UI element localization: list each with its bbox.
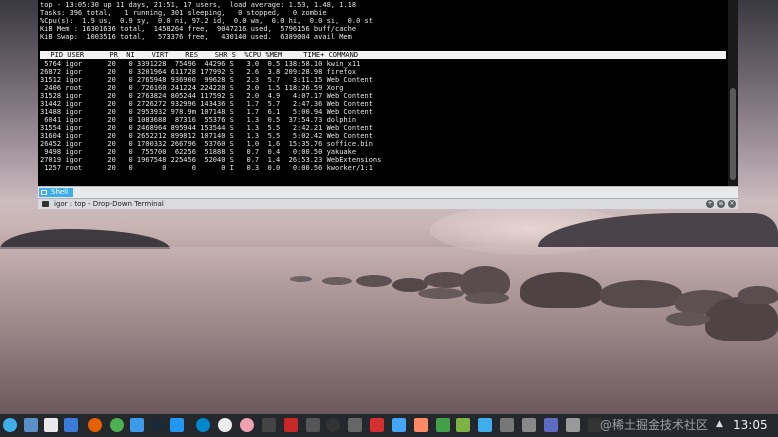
- obs-icon[interactable]: [326, 418, 340, 432]
- wallpaper-rock: [418, 288, 464, 299]
- firefox-icon[interactable]: [88, 418, 102, 432]
- text-editor-icon[interactable]: [44, 418, 58, 432]
- process-row: 31554 igor 20 0 2468964 895944 153544 S …: [40, 124, 373, 132]
- music-player-icon[interactable]: [240, 418, 254, 432]
- tab-shell-label: Shell: [51, 188, 69, 196]
- terminal-scrollbar-thumb[interactable]: [730, 88, 736, 180]
- wallpaper-rock: [290, 276, 312, 282]
- wallpaper-rock: [356, 275, 392, 287]
- process-row: 5764 igor 20 0 3391228 75496 44296 S 3.0…: [40, 60, 361, 68]
- terminal-app-icon: [42, 201, 49, 207]
- wallpaper-left-headland: [0, 229, 170, 249]
- process-row: 31604 igor 20 0 2652212 899812 107140 S …: [40, 132, 373, 140]
- wallpaper-rock: [520, 272, 602, 308]
- wallpaper-rock: [600, 280, 682, 308]
- process-row: 31528 igor 20 0 2763824 805244 117592 S …: [40, 92, 373, 100]
- terminal-window-title: igor : top - Drop-Down Terminal: [54, 200, 164, 208]
- top-summary-uptime: top - 13:05:30 up 11 days, 21:51, 17 use…: [40, 1, 357, 9]
- calculator-icon[interactable]: [348, 418, 362, 432]
- presentation-icon[interactable]: [414, 418, 428, 432]
- games-icon[interactable]: [306, 418, 320, 432]
- wallpaper-rock: [465, 292, 509, 304]
- network-icon[interactable]: [544, 418, 558, 432]
- process-row: 2406 root 20 0 726160 241224 224228 S 2.…: [40, 84, 344, 92]
- wallpaper-rock: [424, 272, 468, 288]
- terminal-tab-icon: [41, 190, 47, 195]
- wallpaper-rock: [322, 277, 352, 285]
- process-row: 31512 igor 20 0 2765948 936900 99628 S 2…: [40, 76, 373, 84]
- top-summary-mem: KiB Mem : 16301636 total, 1458264 free, …: [40, 25, 357, 33]
- system-tray-expand-icon[interactable]: ▲: [716, 419, 723, 429]
- screenshot-icon[interactable]: [262, 418, 276, 432]
- chrome-icon[interactable]: [110, 418, 124, 432]
- terminal-tab-bar: Shell: [38, 186, 738, 198]
- process-row: 31488 igor 20 0 2953932 978.9m 107148 S …: [40, 108, 373, 116]
- wallpaper-rock: [738, 286, 778, 304]
- process-row: 1257 root 20 0 0 0 0 I 0.3 0.0 0:00.56 k…: [40, 164, 373, 172]
- terminal-titlebar: igor : top - Drop-Down Terminal + ≡ ×: [38, 198, 738, 209]
- top-summary-swap: KiB Swap: 1003516 total, 573376 free, 43…: [40, 33, 352, 41]
- application-launcher-icon[interactable]: [3, 418, 17, 432]
- terminal-screen[interactable]: top - 13:05:30 up 11 days, 21:51, 17 use…: [38, 0, 738, 186]
- process-row: 9498 igor 20 0 755700 62256 51888 S 0.7 …: [40, 148, 357, 156]
- top-summary-cpu: %Cpu(s): 1.9 us, 0.9 sy, 0.0 ni, 97.2 id…: [40, 17, 373, 25]
- process-row: 26452 igor 20 0 1700332 266796 53760 S 1…: [40, 140, 373, 148]
- spreadsheet-icon[interactable]: [436, 418, 450, 432]
- top-summary-tasks: Tasks: 396 total, 1 running, 301 sleepin…: [40, 9, 327, 17]
- process-table-header-text: PID USER PR NI VIRT RES SHR S %CPU %MEM …: [42, 51, 359, 59]
- system-settings-icon[interactable]: [478, 418, 492, 432]
- close-icon[interactable]: ×: [728, 200, 736, 208]
- bug-tracker-icon[interactable]: [284, 418, 298, 432]
- process-row: 27019 igor 20 0 1967548 225456 52040 S 0…: [40, 156, 382, 164]
- split-view-icon[interactable]: +: [706, 200, 714, 208]
- process-row: 31442 igor 20 0 2726272 932996 143436 S …: [40, 100, 373, 108]
- process-table-header: PID USER PR NI VIRT RES SHR S %CPU %MEM …: [40, 51, 726, 59]
- digital-clock[interactable]: 13:05: [733, 417, 768, 434]
- process-row: 26872 igor 20 0 3201964 611728 177992 S …: [40, 68, 357, 76]
- window-list-icon[interactable]: [522, 418, 536, 432]
- telegram-icon[interactable]: [196, 418, 210, 432]
- document-icon[interactable]: [392, 418, 406, 432]
- process-row: 6041 igor 20 0 1083688 87316 55376 S 1.3…: [40, 116, 357, 124]
- chromium-icon[interactable]: [218, 418, 232, 432]
- clipboard-icon[interactable]: [566, 418, 580, 432]
- yakuake-icon[interactable]: [130, 418, 144, 432]
- pdf-viewer-icon[interactable]: [370, 418, 384, 432]
- virtual-desktop-icon[interactable]: [500, 418, 514, 432]
- office-icon[interactable]: [456, 418, 470, 432]
- watermark: @稀土掘金技术社区: [600, 418, 709, 432]
- wallpaper-rock: [666, 312, 710, 326]
- dolphin-file-manager-icon[interactable]: [64, 418, 78, 432]
- steam-icon[interactable]: [150, 418, 164, 432]
- image-viewer-icon[interactable]: [24, 418, 38, 432]
- terminal-window[interactable]: top - 13:05:30 up 11 days, 21:51, 17 use…: [38, 0, 738, 209]
- terminal-scrollbar[interactable]: [728, 0, 738, 186]
- taskbar: @稀土掘金技术社区 ▲ 13:05: [0, 414, 778, 437]
- tab-shell[interactable]: Shell: [39, 188, 74, 197]
- discover-icon[interactable]: [170, 418, 184, 432]
- settings-icon[interactable]: ≡: [717, 200, 725, 208]
- wallpaper-water: [0, 247, 778, 414]
